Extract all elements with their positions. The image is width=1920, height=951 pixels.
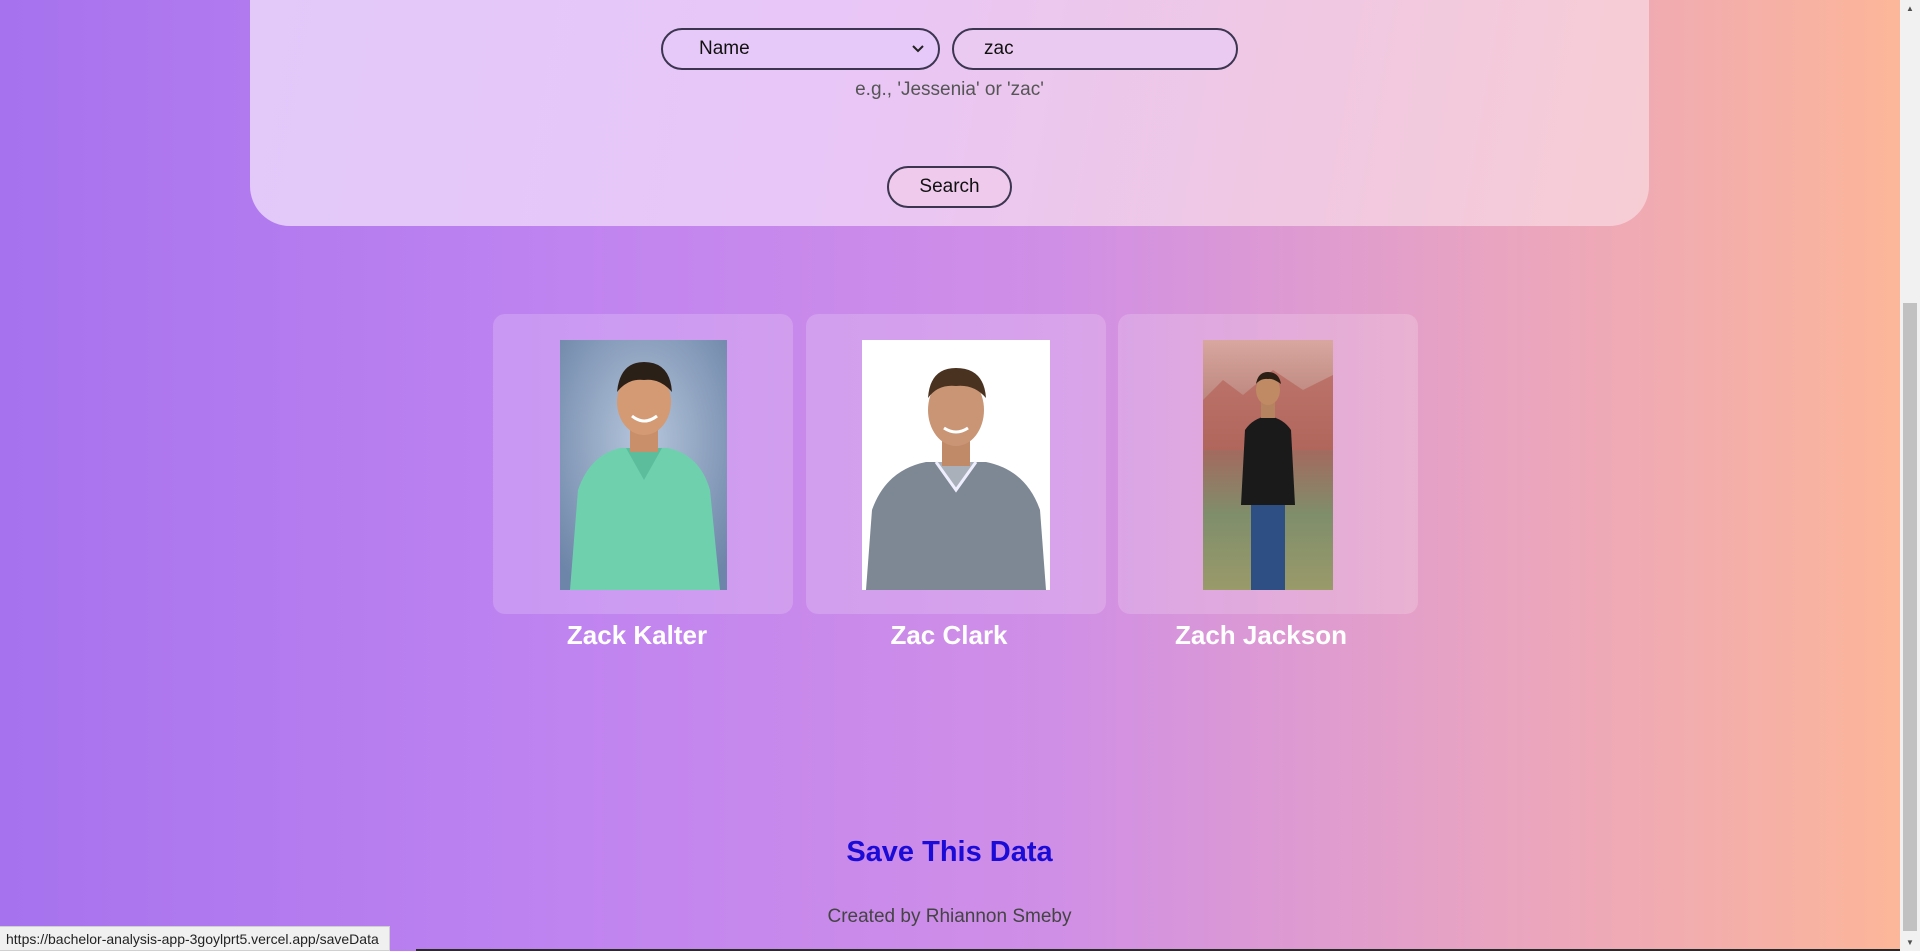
scroll-down-icon[interactable]: ▼ [1900,934,1920,951]
contestant-photo [1203,340,1333,590]
search-field-select[interactable]: Name [661,28,940,70]
chevron-down-icon [912,30,924,82]
result-card[interactable] [493,314,793,614]
contestant-name: Zac Clark [890,620,1008,650]
scroll-up-icon[interactable]: ▲ [1900,0,1920,17]
search-input[interactable] [952,28,1238,70]
footer-credit: Created by Rhiannon Smeby [827,906,1072,927]
contestant-name: Zach Jackson [1175,620,1347,650]
select-value: Name [699,38,750,59]
status-bar-url: https://bachelor-analysis-app-3goylprt5.… [0,926,390,951]
search-button[interactable]: Search [887,166,1012,208]
result-card[interactable] [806,314,1106,614]
contestant-photo [862,340,1050,590]
vertical-scrollbar[interactable]: ▲ ▼ [1900,0,1920,951]
scrollbar-thumb[interactable] [1903,303,1917,931]
search-hint: e.g., 'Jessenia' or 'zac' [855,79,1044,100]
contestant-photo [560,340,727,590]
contestant-name: Zack Kalter [566,620,708,650]
result-card[interactable] [1118,314,1418,614]
save-data-link[interactable]: Save This Data [0,836,1899,869]
